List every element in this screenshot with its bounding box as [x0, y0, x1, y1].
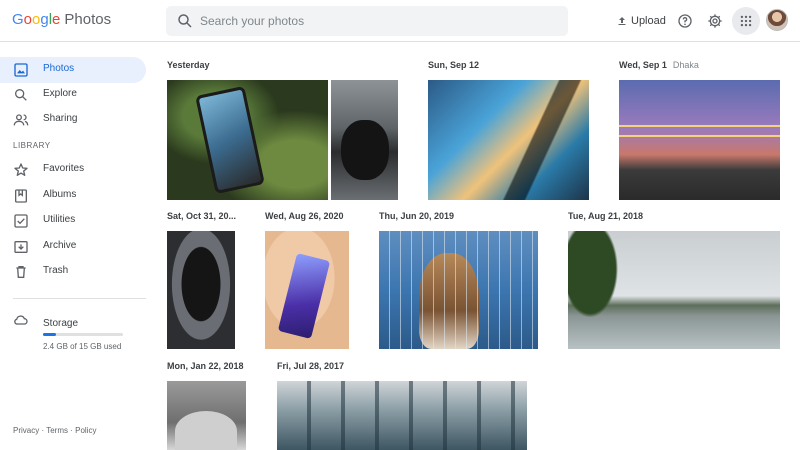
terms-link[interactable]: Terms — [46, 426, 68, 435]
photo-thumbnail[interactable] — [568, 231, 780, 349]
photo-icon — [14, 63, 28, 77]
logo-photos-text: Photos — [64, 11, 112, 28]
apps-button[interactable] — [732, 7, 760, 35]
sidebar-item-label: Favorites — [43, 163, 85, 174]
privacy-link[interactable]: Privacy — [13, 426, 39, 435]
location-label: Dhaka — [672, 60, 699, 70]
date-label: Sun, Sep 12 — [428, 60, 480, 70]
sidebar-divider — [13, 298, 146, 299]
date-header: Sun, Sep 12 — [428, 60, 479, 70]
photo-thumbnail[interactable] — [167, 231, 235, 349]
sidebar-item-archive[interactable]: Archive — [0, 234, 146, 260]
date-header: Fri, Jul 28, 2017 — [277, 361, 344, 371]
upload-button[interactable]: Upload — [616, 10, 666, 32]
sidebar-item-label: Utilities — [43, 214, 76, 225]
sidebar-item-label: Explore — [43, 88, 77, 99]
help-button[interactable] — [674, 10, 696, 32]
sidebar-item-trash[interactable]: Trash — [0, 259, 146, 285]
sidebar-item-albums[interactable]: Albums — [0, 183, 146, 209]
sidebar-item-label: Albums — [43, 189, 77, 200]
date-label: Wed, Sep 1 — [619, 60, 667, 70]
people-icon — [13, 114, 29, 126]
date-label: Yesterday — [167, 60, 210, 70]
star-icon — [14, 163, 28, 176]
date-header: Sat, Oct 31, 20... — [167, 211, 236, 221]
search-icon — [14, 89, 27, 101]
sidebar-item-label: Sharing — [43, 113, 78, 124]
trash-icon — [16, 266, 26, 278]
footer-separator: · — [41, 426, 45, 435]
date-header: Mon, Jan 22, 2018 — [167, 361, 244, 371]
photo-thumbnail[interactable] — [619, 80, 780, 200]
date-header: Wed, Aug 26, 2020 — [265, 211, 344, 221]
top-bar: GooglePhotos Upload — [0, 0, 800, 42]
footer-separator: · — [70, 426, 73, 435]
sidebar-item-favorites[interactable]: Favorites — [0, 157, 146, 183]
search-icon — [178, 14, 192, 28]
logo-google-text: Google — [12, 11, 61, 28]
date-label: Sat, Oct 31, 20... — [167, 211, 237, 221]
account-avatar[interactable] — [766, 9, 788, 31]
help-icon — [678, 14, 692, 28]
sidebar: Photos Explore Sharing LIBRARY Favorites… — [0, 42, 156, 450]
photo-thumbnail[interactable] — [428, 80, 589, 200]
storage-usage-text: 2.4 GB of 15 GB used — [43, 342, 122, 351]
sidebar-item-label: Archive — [43, 240, 77, 251]
date-header: Yesterday — [167, 60, 210, 70]
archive-icon — [14, 241, 28, 253]
search-input[interactable] — [200, 6, 560, 36]
sidebar-item-sharing[interactable]: Sharing — [0, 107, 146, 133]
photo-thumbnail[interactable] — [379, 231, 538, 349]
storage-progress-fill — [43, 333, 56, 336]
policy-link[interactable]: Policy — [75, 426, 96, 435]
footer-links: Privacy · Terms · Policy — [13, 426, 96, 435]
date-label: Fri, Jul 28, 2017 — [277, 361, 345, 371]
sidebar-item-explore[interactable]: Explore — [0, 82, 146, 108]
photo-thumbnail[interactable] — [265, 231, 349, 349]
search-box[interactable] — [166, 6, 568, 36]
sidebar-item-photos[interactable]: Photos — [0, 57, 146, 83]
date-header: Wed, Sep 1 Dhaka — [619, 60, 699, 70]
photo-thumbnail[interactable] — [167, 381, 246, 450]
checkbox-icon — [14, 214, 28, 228]
cloud-icon — [14, 315, 28, 325]
google-photos-logo[interactable]: Google Photos — [12, 11, 111, 28]
photo-thumbnail[interactable] — [277, 381, 527, 450]
sidebar-item-utilities[interactable]: Utilities — [0, 208, 146, 234]
photo-thumbnail[interactable] — [331, 80, 398, 200]
date-label: Tue, Aug 21, 2018 — [568, 211, 644, 221]
gear-icon — [708, 14, 722, 28]
date-header: Thu, Jun 20, 2019 — [379, 211, 454, 221]
sidebar-item-label: Photos — [43, 63, 75, 74]
storage-label: Storage — [43, 318, 79, 329]
settings-button[interactable] — [704, 10, 726, 32]
date-label: Mon, Jan 22, 2018 — [167, 361, 244, 371]
apps-grid-icon — [740, 15, 752, 27]
library-section-title: LIBRARY — [13, 141, 51, 150]
date-label: Thu, Jun 20, 2019 — [379, 211, 455, 221]
bookmark-icon — [15, 189, 27, 203]
photo-thumbnail[interactable] — [167, 80, 328, 200]
date-header: Tue, Aug 21, 2018 — [568, 211, 643, 221]
upload-label: Upload — [631, 15, 666, 27]
date-label: Wed, Aug 26, 2020 — [265, 211, 344, 221]
upload-icon — [618, 17, 626, 25]
storage-progress-bar — [43, 333, 123, 336]
sidebar-item-label: Trash — [43, 265, 69, 276]
